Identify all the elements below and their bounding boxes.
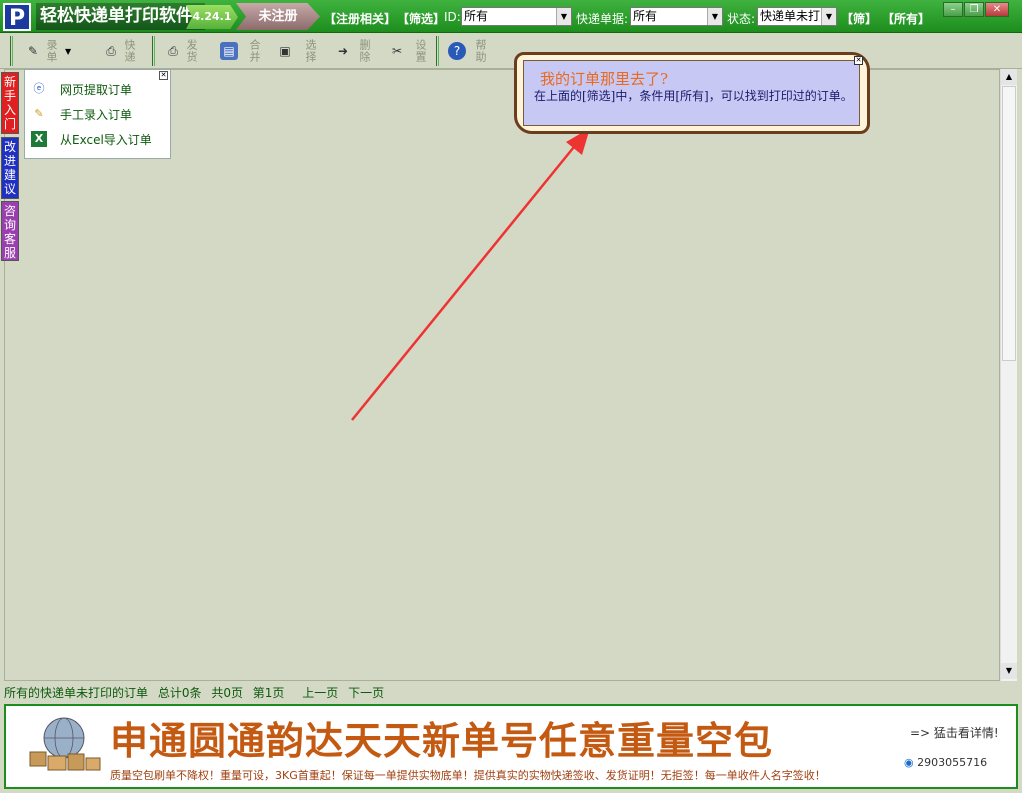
scroll-thumb[interactable] xyxy=(1002,86,1016,361)
vertical-scrollbar[interactable]: ▲ ▼ xyxy=(1000,69,1017,681)
delete-button[interactable]: ➜ 删除 xyxy=(334,35,371,67)
express-button[interactable]: ⎙ 快递 xyxy=(102,35,136,67)
app-logo: P xyxy=(3,3,31,31)
settings-icon: ✂ xyxy=(391,44,403,58)
close-icon[interactable]: ✕ xyxy=(159,71,168,80)
banner-more-link[interactable]: => 猛击看详情! xyxy=(910,724,999,741)
show-all-button[interactable]: 【所有】 xyxy=(882,10,930,27)
status-select[interactable]: 快递单未打 ▼ xyxy=(757,7,837,26)
prev-page-link[interactable]: 上一页 xyxy=(302,686,338,700)
chevron-down-icon: ▼ xyxy=(65,46,72,56)
ad-banner[interactable]: 申通圆通韵达天天新单号任意重量空包 质量空包刷单不降权！重量可设，3KG首重起！… xyxy=(4,704,1018,789)
add-order-menu: ✕ ⓔ 网页提取订单 ✎ 手工录入订单 X 从Excel导入订单 xyxy=(24,69,171,159)
delete-icon: ➜ xyxy=(337,44,349,58)
filter-button[interactable]: 【筛】 xyxy=(841,10,877,27)
version-badge: 4.24.1 xyxy=(186,5,238,29)
customer-service-tab[interactable]: 咨询客服 xyxy=(1,201,19,261)
qq-icon: ◉ xyxy=(904,756,914,769)
id-select-value: 所有 xyxy=(464,9,489,23)
edit-icon: ✎ xyxy=(34,107,44,120)
chevron-down-icon: ▼ xyxy=(821,8,836,25)
status-description: 所有的快递单未打印的订单 xyxy=(4,686,149,700)
scroll-down-icon[interactable]: ▼ xyxy=(1001,663,1017,679)
settings-label: 设置 xyxy=(414,39,427,63)
merge-icon: ▤ xyxy=(220,42,238,60)
express-select[interactable]: 所有 ▼ xyxy=(630,7,723,26)
banner-subtext: 质量空包刷单不降权！重量可设，3KG首重起！保证每一单提供实物底单！提供真实的实… xyxy=(110,769,826,782)
express-select-value: 所有 xyxy=(633,9,658,23)
minimize-icon[interactable]: – xyxy=(943,2,963,17)
help-icon: ? xyxy=(448,42,466,60)
globe-icon xyxy=(29,717,101,771)
scroll-up-icon[interactable]: ▲ xyxy=(1001,69,1017,85)
add-order-icon: ✎ xyxy=(27,44,39,58)
id-label: ID: xyxy=(444,10,461,24)
close-icon[interactable]: ✕ xyxy=(985,2,1009,17)
add-order-label: 录单 xyxy=(45,39,58,63)
help-label: 帮助 xyxy=(474,39,487,63)
menu-item-label: 网页提取订单 xyxy=(60,82,133,97)
toolbar-separator xyxy=(10,36,13,66)
toolbar-separator xyxy=(152,36,155,66)
add-order-button[interactable]: ✎ 录单 ▼ xyxy=(24,35,71,67)
status-current-page: 第1页 xyxy=(252,686,285,700)
tip-title: 我的订单那里去了? xyxy=(540,70,669,88)
chevron-down-icon: ▼ xyxy=(707,8,722,25)
status-select-value: 快递单未打 xyxy=(760,9,821,23)
merge-button[interactable]: ▤ 合并 xyxy=(220,35,261,67)
title-bar: P 轻松快递单打印软件 4.24.1 未注册 【注册相关】 【筛选】 ID: 所… xyxy=(0,0,1022,33)
ship-button[interactable]: ⎙ 发货 xyxy=(164,35,198,67)
banner-headline: 申通圆通韵达天天新单号任意重量空包 xyxy=(110,719,774,763)
express-label-btn: 快递 xyxy=(123,39,136,63)
printer-icon: ⎙ xyxy=(168,44,178,58)
tip-text: 在上面的[筛选]中，条件用[所有]，可以找到打印过的订单。 xyxy=(534,89,853,103)
id-select[interactable]: 所有 ▼ xyxy=(461,7,572,26)
chevron-down-icon: ▼ xyxy=(556,8,571,25)
qq-number: 2903055716 xyxy=(917,756,988,769)
select-button[interactable]: ▣ 选择 xyxy=(276,35,317,67)
delete-label: 删除 xyxy=(358,39,371,63)
help-button[interactable]: ? 帮助 xyxy=(448,35,487,67)
select-label: 选择 xyxy=(304,39,317,63)
menu-item-web-extract[interactable]: ⓔ 网页提取订单 xyxy=(31,78,133,100)
menu-item-label: 手工录入订单 xyxy=(60,107,133,122)
select-icon: ▣ xyxy=(279,44,291,58)
menu-item-manual-entry[interactable]: ✎ 手工录入订单 xyxy=(31,103,132,125)
settings-button[interactable]: ✂ 设置 xyxy=(388,35,427,67)
restore-icon[interactable]: ❐ xyxy=(964,2,984,17)
qq-contact[interactable]: ◉ 2903055716 xyxy=(904,756,987,769)
arrow-line xyxy=(351,141,579,421)
newbie-guide-tab[interactable]: 新手入门 xyxy=(1,72,19,134)
status-bar: 所有的快递单未打印的订单 总计0条 共0页 第1页 上一页 下一页 xyxy=(4,684,1018,702)
print-icon: ⎙ xyxy=(106,44,116,58)
tip-bubble-body: 我的订单那里去了? 在上面的[筛选]中，条件用[所有]，可以找到打印过的订单。 xyxy=(523,60,860,126)
tip-bubble: 我的订单那里去了? 在上面的[筛选]中，条件用[所有]，可以找到打印过的订单。 … xyxy=(514,52,870,134)
register-link[interactable]: 【注册相关】 xyxy=(324,10,396,27)
menu-item-excel-import[interactable]: X 从Excel导入订单 xyxy=(31,128,152,150)
merge-label: 合并 xyxy=(248,39,261,63)
register-status-badge[interactable]: 未注册 xyxy=(236,3,320,30)
status-total: 总计0条 xyxy=(157,686,202,700)
toolbar-separator xyxy=(436,36,439,66)
express-label: 快递单据: xyxy=(576,12,629,26)
ship-label: 发货 xyxy=(185,39,198,63)
excel-icon: X xyxy=(31,131,47,147)
pointer-arrow xyxy=(351,128,590,421)
status-pages: 共0页 xyxy=(211,686,243,700)
close-icon[interactable]: ✕ xyxy=(854,56,863,65)
web-icon: ⓔ xyxy=(33,82,45,95)
filter-link[interactable]: 【筛选】 xyxy=(397,10,445,27)
menu-item-label: 从Excel导入订单 xyxy=(60,132,152,147)
next-page-link[interactable]: 下一页 xyxy=(348,686,384,700)
status-label: 状态: xyxy=(727,12,756,26)
app-title: 轻松快递单打印软件 xyxy=(36,3,205,30)
suggestion-tab[interactable]: 改进建议 xyxy=(1,137,19,199)
